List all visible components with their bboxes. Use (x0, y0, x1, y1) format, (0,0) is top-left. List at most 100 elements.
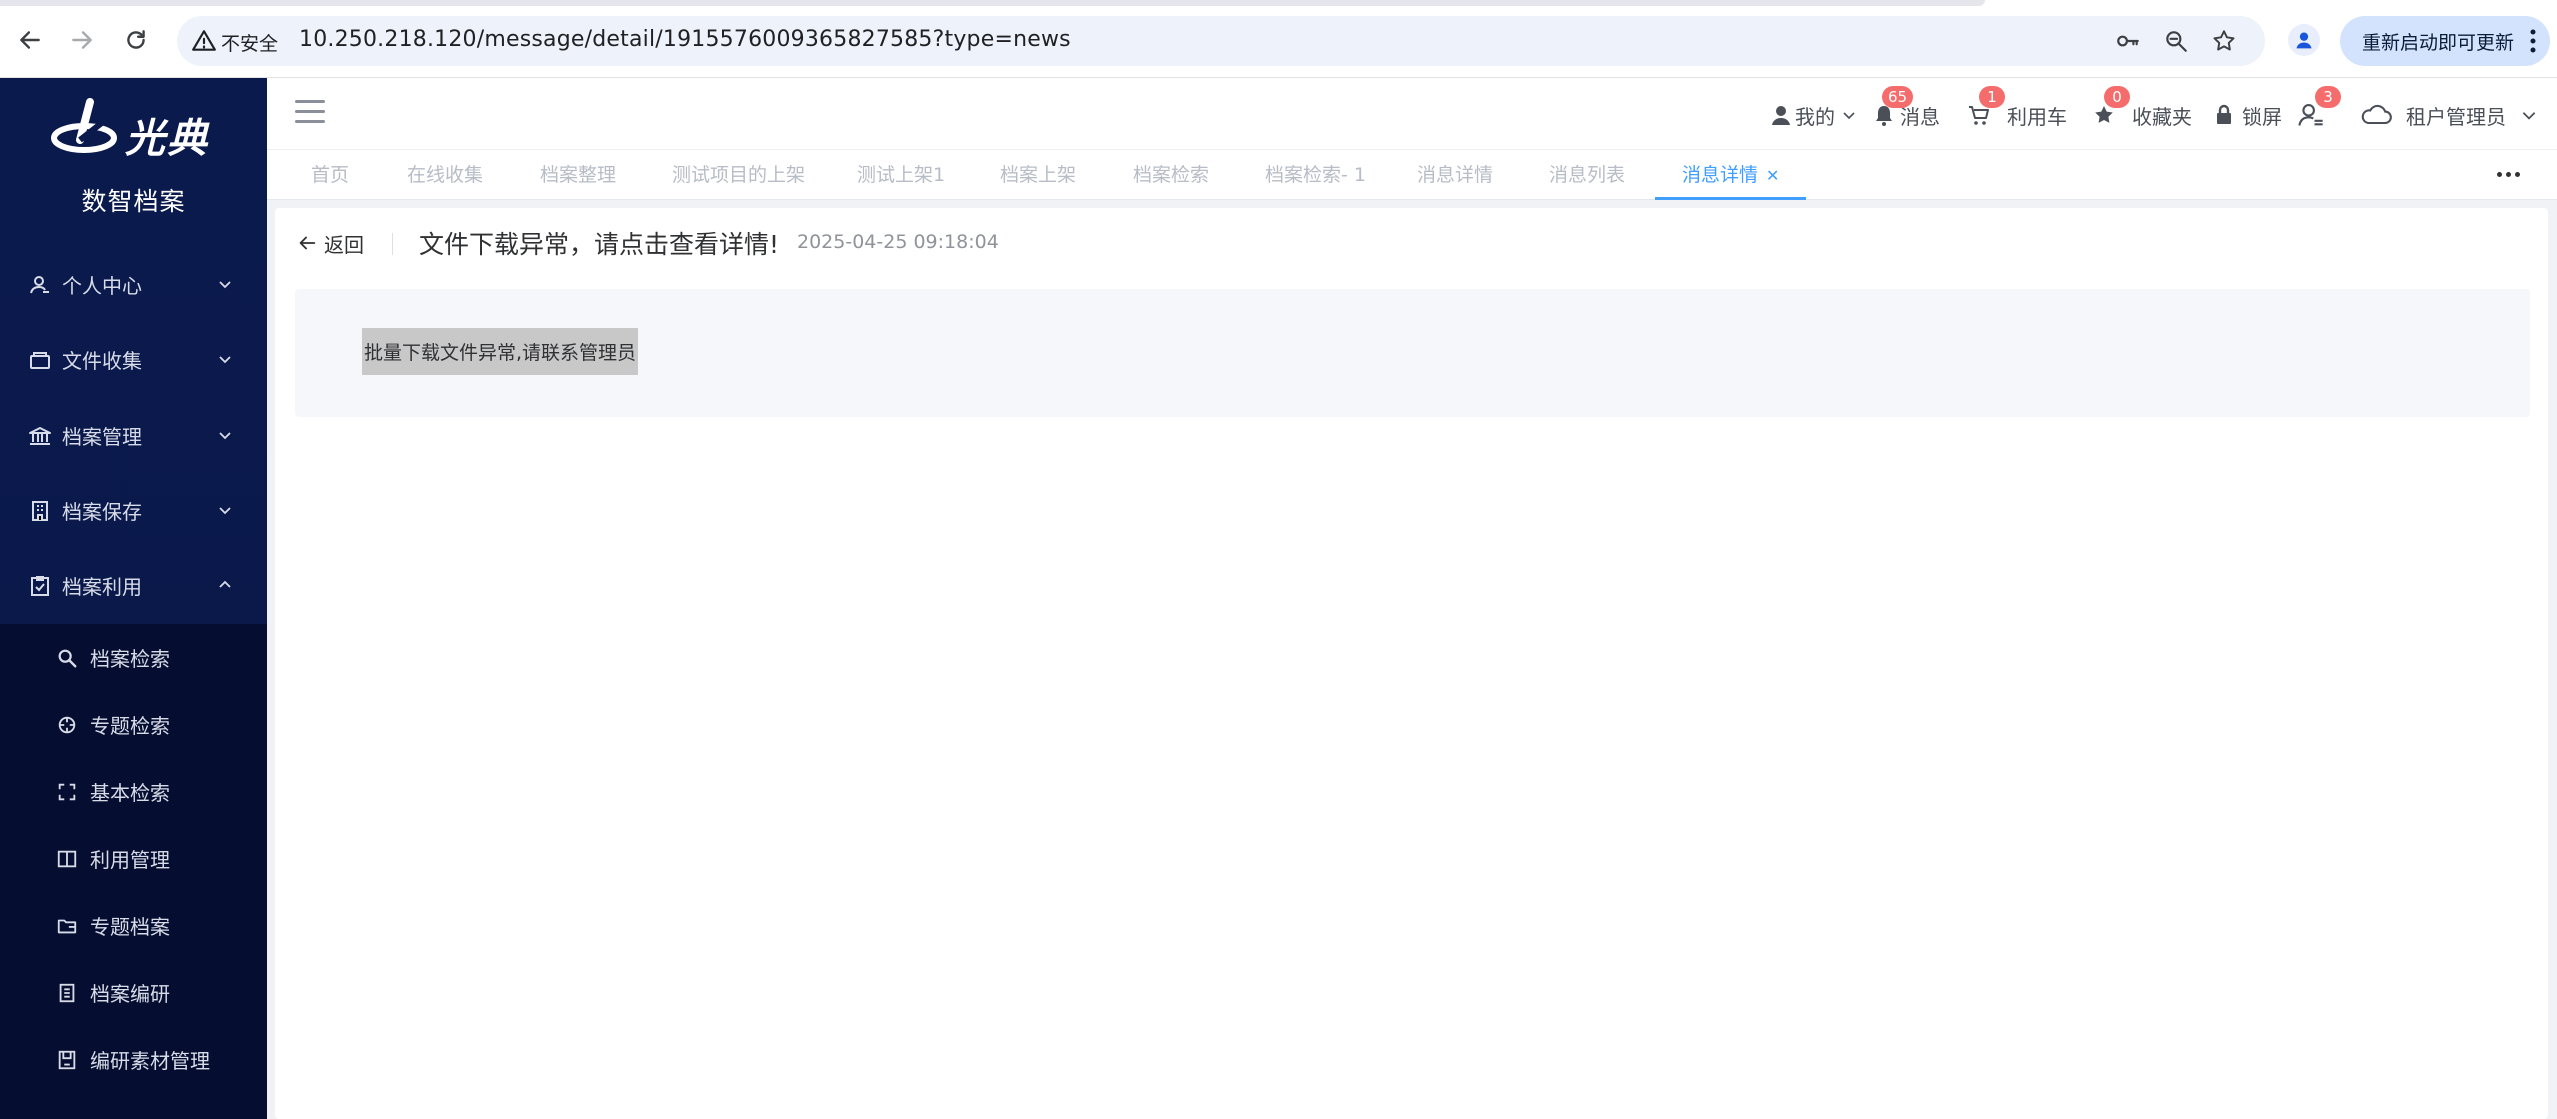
logo-icon (51, 98, 117, 153)
submenu-item-archive-search[interactable]: 档案检索 (0, 624, 267, 691)
tenant-admin-menu[interactable]: 租户管理员 (2360, 100, 2538, 130)
tab-label: 消息列表 (1549, 164, 1626, 186)
back-button[interactable]: 返回 (296, 228, 364, 258)
submenu-item-topic-archive[interactable]: 专题档案 (0, 892, 267, 959)
crosshair-icon (58, 716, 76, 733)
submenu-label: 专题检索 (90, 714, 170, 738)
message-time: 2025-04-25 09:18:04 (797, 231, 999, 253)
tab-message-detail[interactable]: 消息详情 (1417, 150, 1493, 200)
document-icon (59, 983, 75, 1002)
menu-personal-center[interactable]: 个人中心 (0, 247, 267, 322)
chevron-down-icon (2522, 112, 2536, 120)
menu-archive-management[interactable]: 档案管理 (0, 398, 267, 473)
chevron-up-icon (219, 580, 231, 588)
hamburger-menu-icon[interactable] (295, 100, 325, 126)
user-icon (1772, 106, 1790, 125)
warning-icon (192, 30, 216, 51)
tab-archive-organize[interactable]: 档案整理 (540, 150, 616, 200)
submenu-item-archive-compilation[interactable]: 档案编研 (0, 959, 267, 1026)
users-button[interactable]: 3 (2297, 86, 2341, 130)
more-tabs-icon[interactable] (2497, 164, 2527, 184)
user-icon (30, 275, 49, 293)
cloud-icon (2361, 104, 2392, 125)
logo-text: 光典 (125, 116, 209, 162)
star-bookmark-icon[interactable] (2211, 28, 2237, 54)
header-divider (392, 233, 393, 255)
favorites-button[interactable]: 收藏夹 0 (2092, 86, 2192, 130)
tab-label: 档案上架 (1000, 164, 1077, 186)
submenu-item-compilation-material[interactable]: 编研素材管理 (0, 1026, 267, 1093)
scan-icon (58, 783, 76, 800)
folder-icon (30, 351, 50, 369)
tab-label: 档案整理 (540, 164, 617, 186)
submenu-archive-utilization: 档案检索 专题检索 基本检索 利用管理 专题档案 档案编研 编研素材管理 (0, 624, 267, 1119)
checklist-icon (31, 575, 49, 596)
bank-icon (29, 426, 51, 445)
profile-avatar[interactable] (2288, 24, 2320, 56)
update-button[interactable]: 重新启动即可更新 (2340, 16, 2550, 66)
messages-button[interactable]: 消息 65 (1872, 86, 1940, 130)
menu-archive-storage[interactable]: 档案保存 (0, 473, 267, 548)
tab-online-collection[interactable]: 在线收集 (407, 150, 483, 200)
cart-badge: 1 (1979, 86, 2005, 108)
reload-button[interactable] (116, 20, 156, 60)
submenu-label: 利用管理 (90, 848, 170, 872)
tab-archive-search-1[interactable]: 档案检索- 1 (1265, 150, 1366, 200)
search-icon (58, 649, 77, 667)
my-label: 我的 (1795, 104, 1835, 129)
address-bar[interactable]: 不安全 10.250.218.120/message/detail/191557… (177, 16, 2265, 66)
tab-home[interactable]: 首页 (311, 150, 349, 200)
submenu-item-basic-search[interactable]: 基本检索 (0, 758, 267, 825)
lock-icon (2217, 104, 2231, 124)
folder-open-icon (57, 919, 77, 933)
messages-badge: 65 (1882, 86, 1914, 108)
tab-close-icon[interactable]: ✕ (1766, 166, 1779, 185)
tab-archive-shelving[interactable]: 档案上架 (1000, 150, 1076, 200)
submenu-label: 专题档案 (90, 915, 170, 939)
submenu-label: 基本检索 (90, 781, 170, 805)
chevron-down-icon (219, 432, 231, 440)
submenu-item-utilization-management[interactable]: 利用管理 (0, 825, 267, 892)
tab-message-list[interactable]: 消息列表 (1549, 150, 1625, 200)
top-header: 我的 消息 65 利用车 1 收藏夹 0 锁屏 3 租户管理员 (267, 78, 2557, 150)
book-icon (57, 850, 77, 867)
page-tabs: 首页 在线收集 档案整理 测试项目的上架 测试上架1 档案上架 档案检索 档案检… (267, 150, 2557, 200)
kebab-menu-icon (2530, 29, 2536, 53)
menu-label: 档案保存 (62, 500, 142, 524)
forward-nav-button[interactable] (62, 20, 102, 60)
lock-label: 锁屏 (2242, 104, 2282, 129)
security-label[interactable]: 不安全 (221, 29, 278, 56)
tab-message-detail-active[interactable]: 消息详情 ✕ (1655, 150, 1807, 200)
tab-label: 测试项目的上架 (672, 164, 806, 186)
tab-label: 档案检索- 1 (1265, 164, 1366, 186)
logo-area: 光典 数智档案 (0, 78, 267, 228)
users-badge: 3 (2315, 86, 2341, 108)
tab-test-project-shelving[interactable]: 测试项目的上架 (672, 150, 805, 200)
arrow-left-icon (299, 236, 316, 250)
lock-screen-button[interactable]: 锁屏 (2212, 100, 2282, 130)
menu-archive-utilization[interactable]: 档案利用 (0, 548, 267, 623)
favorites-badge: 0 (2104, 86, 2130, 108)
submenu-label: 编研素材管理 (90, 1049, 210, 1073)
update-label: 重新启动即可更新 (2362, 31, 2515, 54)
tab-label: 首页 (311, 164, 350, 186)
tab-test-shelving-1[interactable]: 测试上架1 (857, 150, 945, 200)
submenu-item-topic-search[interactable]: 专题检索 (0, 691, 267, 758)
arrow-left-icon (20, 31, 40, 49)
tab-archive-search[interactable]: 档案检索 (1133, 150, 1209, 200)
zoom-icon[interactable] (2163, 28, 2189, 54)
url-text[interactable]: 10.250.218.120/message/detail/1915576009… (299, 27, 1071, 52)
tab-label: 档案检索 (1133, 164, 1210, 186)
key-icon[interactable] (2115, 28, 2141, 54)
menu-file-collection[interactable]: 文件收集 (0, 322, 267, 397)
back-label: 返回 (324, 232, 364, 257)
back-nav-button[interactable] (10, 20, 50, 60)
chevron-down-icon (219, 281, 231, 289)
menu-label: 档案管理 (62, 425, 142, 449)
tab-strip (0, 0, 1985, 6)
my-menu[interactable]: 我的 (1769, 100, 1857, 130)
cart-button[interactable]: 利用车 1 (1967, 86, 2067, 130)
menu-label: 文件收集 (62, 349, 142, 373)
tab-label: 消息详情 (1417, 164, 1494, 186)
tab-label: 在线收集 (407, 164, 484, 186)
